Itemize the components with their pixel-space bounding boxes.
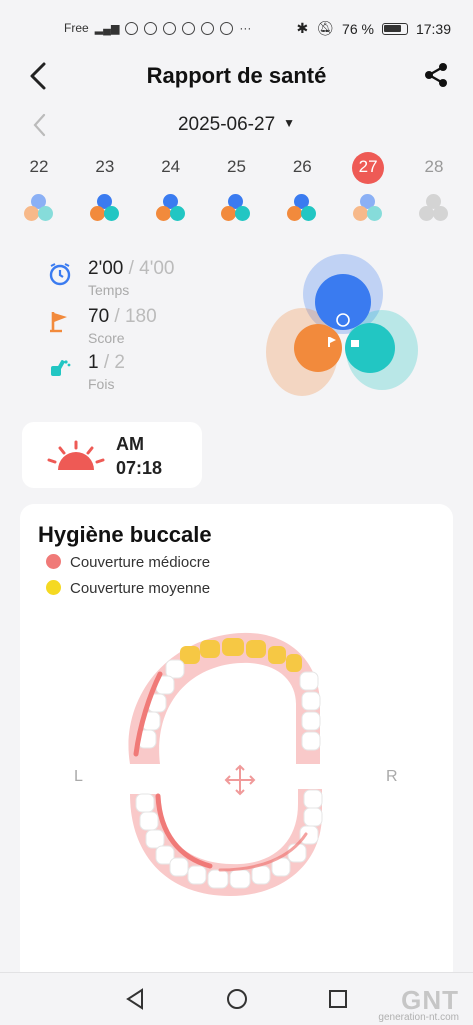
count-label: Fois <box>88 376 115 392</box>
battery-percent: 76 % <box>342 20 374 37</box>
brushing-trefoil-icon <box>418 194 449 224</box>
time-label: Temps <box>88 282 130 298</box>
move-cross-icon <box>224 764 256 796</box>
share-icon[interactable] <box>423 62 449 88</box>
watermark-brand: GNT <box>401 985 459 1015</box>
day-number: 24 <box>161 157 181 176</box>
facebook-icon <box>220 21 234 35</box>
teeth-diagram[interactable] <box>100 614 350 914</box>
day-27-selected[interactable]: 27 <box>343 152 393 232</box>
brushing-trefoil-icon <box>24 194 54 224</box>
day-number: 27 <box>343 152 393 184</box>
date-selector[interactable]: 2025-06-27 ▼ <box>0 114 473 136</box>
legend-dot <box>46 580 61 595</box>
day-number: 23 <box>95 157 115 176</box>
page-title: Rapport de santé <box>146 63 327 88</box>
day-26[interactable]: 26 <box>277 152 327 232</box>
toothbrush-icon <box>51 360 71 376</box>
more-icon: ··· <box>239 21 252 35</box>
pinterest-icon <box>144 21 158 35</box>
flag-icon <box>50 312 67 333</box>
brushing-trefoil-icon <box>221 194 251 224</box>
session-card[interactable]: AM 07:18 <box>22 422 202 488</box>
day-strip: 22 23 24 25 26 27 28 <box>14 152 459 232</box>
signal-icon: ▂▄▆ <box>94 22 120 35</box>
recents-square-icon[interactable] <box>326 987 350 1011</box>
day-25[interactable]: 25 <box>211 152 261 232</box>
legend-item-poor: Couverture médiocre <box>46 554 210 571</box>
messenger-icon <box>201 21 215 35</box>
sunrise-icon <box>47 440 105 470</box>
stat-time: 2'00 / 4'00 Temps <box>48 258 248 308</box>
sync-icon <box>182 21 196 35</box>
carrier-label: Free <box>64 21 89 35</box>
day-number: 28 <box>424 157 444 176</box>
date-label: 2025-06-27 <box>177 114 276 135</box>
home-circle-icon[interactable] <box>225 987 249 1011</box>
stat-count: 1 / 2 Fois <box>48 352 248 402</box>
stat-score: 70 / 180 Score <box>48 306 248 356</box>
watermark-site: generation-nt.com <box>378 1012 459 1023</box>
brushing-summary-trefoil <box>266 254 418 396</box>
brushing-trefoil-icon <box>89 194 120 224</box>
session-time: 07:18 <box>116 458 163 478</box>
back-triangle-icon[interactable] <box>124 987 148 1011</box>
day-22[interactable]: 22 <box>14 152 64 232</box>
day-24[interactable]: 24 <box>146 152 196 232</box>
time-value: 2'00 / 4'00 <box>88 258 175 279</box>
session-period: AM <box>116 434 144 454</box>
left-side-label: L <box>74 768 83 785</box>
day-number: 25 <box>227 157 246 176</box>
status-bar: Free ▂▄▆ ··· ✱ 🔕︎ 76 % 17:39 <box>0 0 473 58</box>
legend-dot <box>46 554 61 569</box>
hygiene-title: Hygiène buccale <box>38 522 212 547</box>
caret-down-icon: ▼ <box>283 116 296 130</box>
right-side-label: R <box>386 768 398 785</box>
day-number: 26 <box>292 157 312 176</box>
count-value: 1 / 2 <box>88 352 125 373</box>
wifi-icon <box>125 21 139 35</box>
brushing-trefoil-icon <box>287 194 317 224</box>
mute-icon: 🔕︎ <box>316 20 335 36</box>
score-value: 70 / 180 <box>88 306 157 327</box>
day-number: 22 <box>29 157 49 176</box>
oral-hygiene-card: Hygiène buccale Couverture médiocre Couv… <box>20 504 453 984</box>
watermark: GNT generation-nt.com <box>378 985 459 1023</box>
bluetooth-icon: ✱ <box>296 20 309 36</box>
day-28[interactable]: 28 <box>409 152 459 232</box>
clock: 17:39 <box>415 20 451 37</box>
spotify-icon <box>163 21 177 35</box>
battery-icon <box>381 22 408 35</box>
alarm-clock-icon <box>49 263 71 286</box>
day-23[interactable]: 23 <box>80 152 130 232</box>
score-label: Score <box>88 330 125 346</box>
brushing-trefoil-icon <box>155 194 186 224</box>
legend-item-average: Couverture moyenne <box>46 580 210 597</box>
brushing-trefoil-icon <box>353 194 383 224</box>
